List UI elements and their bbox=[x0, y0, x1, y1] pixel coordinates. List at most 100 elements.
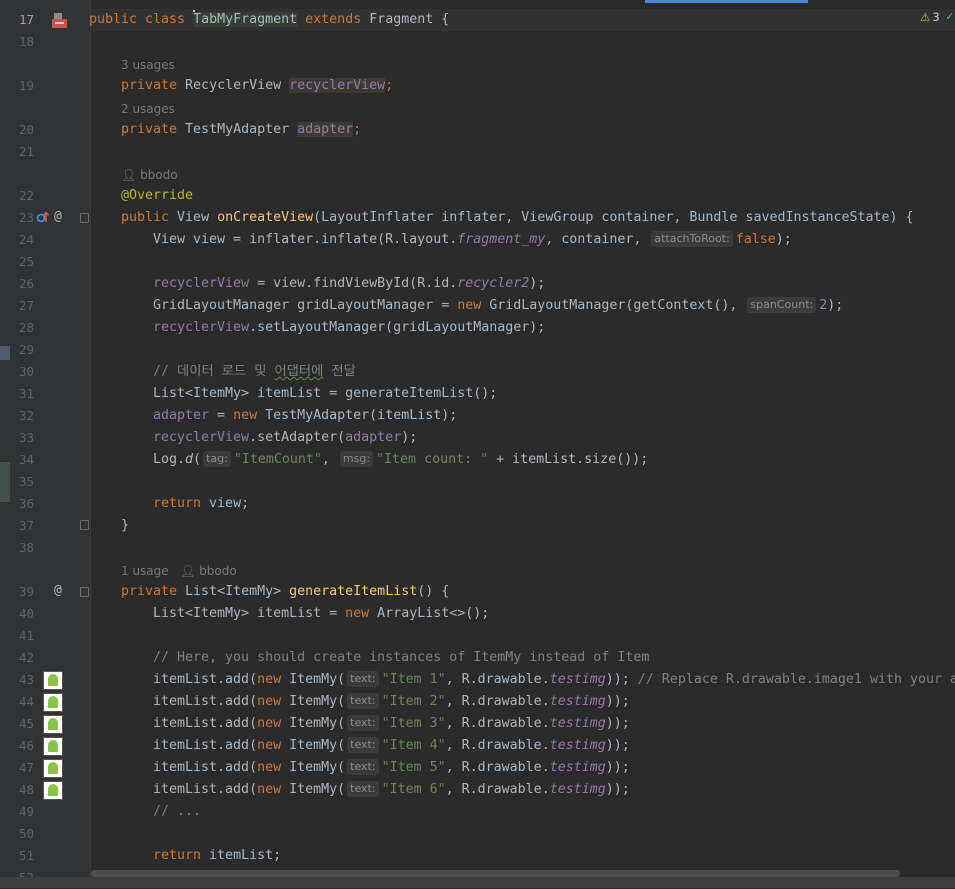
tab-indicator bbox=[645, 0, 808, 3]
fold-icon[interactable] bbox=[80, 213, 89, 223]
line-number: 21 bbox=[18, 144, 34, 159]
code-line[interactable]: return itemList; bbox=[153, 845, 281, 867]
line-number: 46 bbox=[18, 738, 34, 753]
code-line[interactable]: private List<ItemMy> generateItemList() … bbox=[121, 581, 449, 603]
code-line[interactable]: List<ItemMy> itemList = new ArrayList<>(… bbox=[153, 603, 489, 625]
android-image-preview-icon[interactable] bbox=[43, 715, 63, 734]
user-icon: 👤︎ bbox=[121, 168, 141, 182]
line-number: 22 bbox=[18, 188, 34, 203]
line-number: 44 bbox=[18, 694, 34, 709]
line-number: 20 bbox=[18, 122, 34, 137]
code-line[interactable]: public class TabMyFragment extends Fragm… bbox=[89, 9, 449, 31]
class-structure-icon[interactable] bbox=[52, 12, 67, 28]
at-annotation-icon[interactable]: @ bbox=[54, 209, 62, 225]
inspection-widget[interactable]: ⚠ 3 bbox=[920, 10, 940, 24]
bottom-bar bbox=[0, 877, 955, 888]
at-annotation-icon[interactable]: @ bbox=[54, 583, 62, 599]
line-number: 32 bbox=[18, 408, 34, 423]
code-line[interactable]: private RecyclerView recyclerView; bbox=[121, 75, 393, 97]
code-line[interactable]: adapter = new TestMyAdapter(itemList); bbox=[153, 405, 457, 427]
line-number: 42 bbox=[18, 650, 34, 665]
line-number: 31 bbox=[18, 386, 34, 401]
line-number: 36 bbox=[18, 496, 34, 511]
param-hint: attachToRoot: bbox=[651, 231, 733, 247]
code-line[interactable]: recyclerView.setAdapter(adapter); bbox=[153, 427, 417, 449]
code-line[interactable]: itemList.add(new ItemMy(text: "Item 5", R… bbox=[153, 757, 630, 779]
line-number: 28 bbox=[18, 320, 34, 335]
line-number: 27 bbox=[18, 298, 34, 313]
android-image-preview-icon[interactable] bbox=[43, 781, 63, 800]
vcs-change-marker[interactable] bbox=[0, 462, 10, 502]
usages-hint[interactable]: 2 usages bbox=[121, 100, 175, 118]
line-number: 37 bbox=[18, 518, 34, 533]
line-number: 34 bbox=[18, 452, 34, 467]
code-line[interactable]: // Here, you should create instances of … bbox=[153, 647, 649, 669]
param-hint: text: bbox=[347, 737, 379, 753]
code-line[interactable]: public View onCreateView(LayoutInflater … bbox=[121, 207, 914, 229]
code-line[interactable]: // ... bbox=[153, 801, 201, 823]
line-number: 29 bbox=[18, 342, 34, 357]
line-number: 35 bbox=[18, 474, 34, 489]
code-line[interactable]: itemList.add(new ItemMy(text: "Item 2", R… bbox=[153, 691, 630, 713]
fold-icon[interactable] bbox=[80, 520, 89, 530]
usages-hint[interactable]: 3 usages bbox=[121, 56, 175, 74]
line-number: 51 bbox=[18, 848, 34, 863]
line-number: 24 bbox=[18, 232, 34, 247]
param-hint: spanCount: bbox=[747, 297, 817, 313]
line-number: 47 bbox=[18, 760, 34, 775]
fold-icon[interactable] bbox=[80, 587, 89, 597]
line-number: 41 bbox=[18, 628, 34, 643]
line-number: 49 bbox=[18, 804, 34, 819]
line-number: 43 bbox=[18, 672, 34, 687]
line-number: 23 bbox=[18, 210, 34, 225]
line-number: 40 bbox=[18, 606, 34, 621]
line-number: 18 bbox=[18, 34, 34, 49]
param-hint: text: bbox=[347, 715, 379, 731]
code-line[interactable]: // 데이터 로드 및 어댑터에 전달 bbox=[153, 361, 356, 383]
code-line[interactable]: GridLayoutManager gridLayoutManager = ne… bbox=[153, 295, 843, 317]
code-line[interactable]: return view; bbox=[153, 493, 249, 515]
warning-triangle-icon: ⚠ bbox=[920, 10, 931, 24]
android-image-preview-icon[interactable] bbox=[43, 737, 63, 756]
warning-count: 3 bbox=[932, 10, 940, 24]
line-number: 30 bbox=[18, 364, 34, 379]
param-hint: tag: bbox=[203, 451, 231, 467]
code-line[interactable]: recyclerView.setLayoutManager(gridLayout… bbox=[153, 317, 545, 339]
code-line[interactable]: } bbox=[121, 515, 129, 537]
android-image-preview-icon[interactable] bbox=[43, 759, 63, 778]
line-number: 38 bbox=[18, 540, 34, 555]
line-number: 19 bbox=[18, 78, 34, 93]
line-number: 33 bbox=[18, 430, 34, 445]
param-hint: text: bbox=[347, 781, 379, 797]
android-image-preview-icon[interactable] bbox=[43, 671, 63, 690]
code-line[interactable]: itemList.add(new ItemMy(text: "Item 6", R… bbox=[153, 779, 630, 801]
author-hint[interactable]: 👤︎ bbodo bbox=[121, 166, 178, 184]
param-hint: msg: bbox=[339, 451, 374, 467]
line-number: 45 bbox=[18, 716, 34, 731]
line-number: 17 bbox=[18, 12, 34, 27]
line-number: 39 bbox=[18, 584, 34, 599]
line-number: 25 bbox=[18, 254, 34, 269]
line-number: 48 bbox=[18, 782, 34, 797]
param-hint: text: bbox=[347, 759, 379, 775]
code-line[interactable]: Log.d(tag: "ItemCount", msg: "Item count: … bbox=[153, 449, 648, 471]
code-line[interactable]: itemList.add(new ItemMy(text: "Item 4", R… bbox=[153, 735, 630, 757]
line-number: 50 bbox=[18, 826, 34, 841]
check-icon[interactable]: ✓ bbox=[946, 9, 953, 23]
override-up-icon[interactable] bbox=[36, 210, 50, 224]
code-line[interactable]: @Override bbox=[121, 185, 193, 207]
usages-author-hint[interactable]: 1 usage 👤︎ bbodo bbox=[121, 562, 237, 580]
android-image-preview-icon[interactable] bbox=[43, 693, 63, 712]
horizontal-scrollbar[interactable] bbox=[91, 870, 900, 877]
user-icon: 👤︎ bbox=[180, 564, 200, 578]
vcs-change-marker[interactable] bbox=[0, 346, 10, 360]
param-hint: text: bbox=[347, 693, 379, 709]
left-tool-strip bbox=[0, 0, 10, 888]
code-line[interactable]: List<ItemMy> itemList = generateItemList… bbox=[153, 383, 497, 405]
line-number: 26 bbox=[18, 276, 34, 291]
code-line[interactable]: itemList.add(new ItemMy(text: "Item 1", R… bbox=[153, 669, 955, 691]
code-line[interactable]: recyclerView = view.findViewById(R.id.re… bbox=[153, 273, 545, 295]
code-line[interactable]: private TestMyAdapter adapter; bbox=[121, 119, 361, 141]
code-line[interactable]: itemList.add(new ItemMy(text: "Item 3", R… bbox=[153, 713, 630, 735]
code-line[interactable]: View view = inflater.inflate(R.layout.fr… bbox=[153, 229, 792, 251]
